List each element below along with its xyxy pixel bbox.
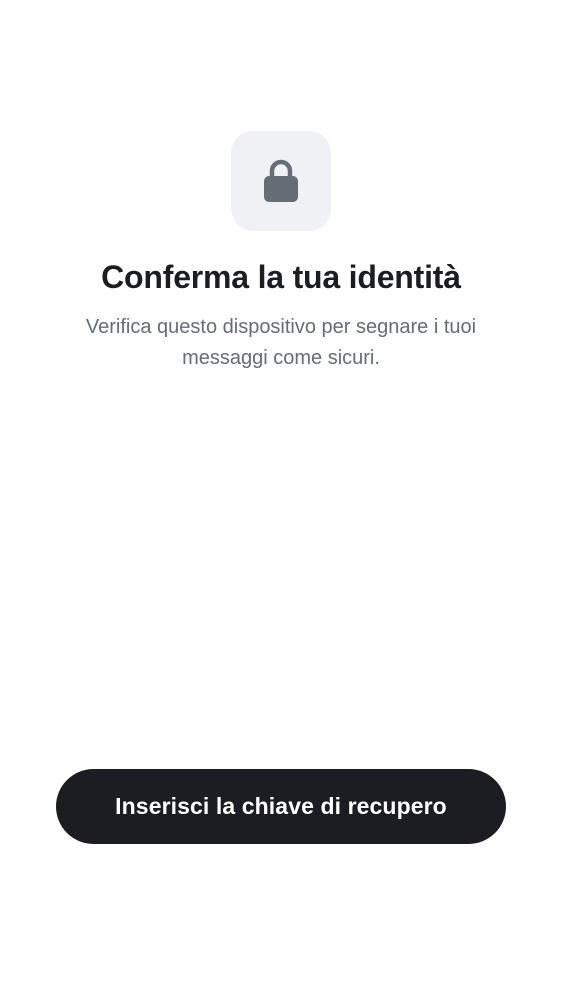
enter-recovery-key-label: Inserisci la chiave di recupero bbox=[115, 793, 447, 819]
enter-recovery-key-button[interactable]: Inserisci la chiave di recupero bbox=[56, 769, 506, 844]
lock-icon-tile bbox=[231, 131, 331, 231]
page-title: Conferma la tua identità bbox=[101, 259, 461, 295]
lock-icon bbox=[263, 158, 299, 204]
page-subtitle: Verifica questo dispositivo per segnare … bbox=[85, 316, 477, 369]
